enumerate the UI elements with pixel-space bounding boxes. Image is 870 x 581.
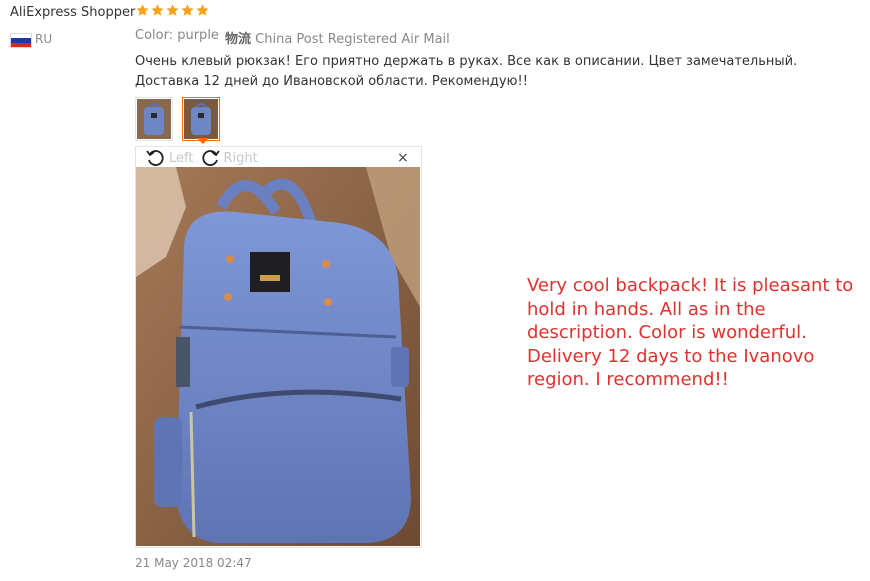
rotate-right-icon [202, 150, 221, 166]
shipping-prefix: 物流 [225, 32, 252, 47]
product-color: Color: purple [135, 28, 219, 43]
review-photo [136, 167, 420, 546]
shipping-method: China Post Registered Air Mail [255, 32, 450, 47]
backpack-thumbnail-image [137, 99, 171, 139]
star-icon [151, 4, 164, 16]
rotate-left-button[interactable]: Left [145, 148, 193, 168]
star-icon [181, 4, 194, 16]
review-photo-thumbnail[interactable] [135, 97, 173, 141]
review-text: Очень клевый рюкзак! Его приятно держать… [135, 54, 798, 89]
country-flag-icon [10, 33, 32, 48]
translation-text: Very cool backpack! It is pleasant to ho… [527, 275, 854, 390]
close-icon[interactable]: × [397, 150, 409, 166]
review-date: 21 May 2018 02:47 [135, 556, 252, 570]
photo-viewer-toolbar: Left Right [145, 148, 258, 168]
reviewer-name: AliExpress Shopper [10, 5, 136, 20]
rating-stars [135, 3, 210, 18]
country-code: RU [35, 32, 53, 46]
rotate-right-label: Right [223, 150, 258, 166]
star-icon [136, 4, 149, 16]
selected-thumbnail-caret [197, 138, 209, 144]
rotate-left-label: Left [169, 150, 194, 166]
star-icon [166, 4, 179, 16]
rotate-left-icon [146, 150, 164, 166]
review-photo-thumbnail-selected[interactable] [182, 97, 220, 141]
star-icon [196, 4, 209, 16]
rotate-right-button[interactable]: Right [199, 148, 258, 168]
shipping-info: 物流 China Post Registered Air Mail [225, 28, 450, 47]
backpack-thumbnail-image [184, 99, 218, 139]
